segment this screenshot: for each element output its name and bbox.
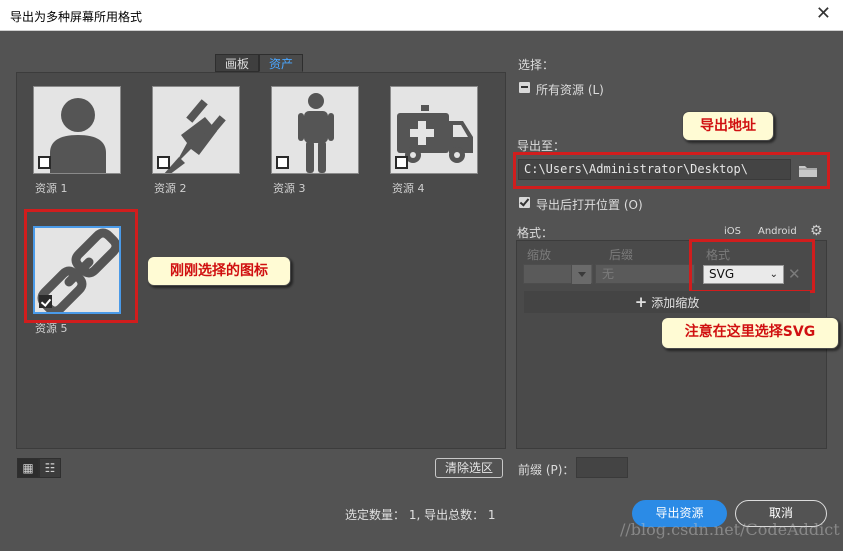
asset-thumbnail[interactable] bbox=[152, 86, 240, 174]
column-scale: 缩放 bbox=[527, 248, 552, 262]
callout-export-path: 导出地址 bbox=[682, 111, 774, 141]
select-label: 选择： bbox=[518, 58, 555, 72]
open-after-export-checkbox[interactable] bbox=[519, 197, 530, 208]
add-scale-label: 添加缩放 bbox=[651, 296, 700, 310]
selection-status: 选定数量： 1, 导出总数： 1 bbox=[345, 508, 496, 522]
asset-checkbox[interactable] bbox=[157, 156, 170, 169]
chevron-down-icon[interactable] bbox=[571, 265, 591, 284]
plus-icon: + bbox=[634, 293, 648, 311]
grid-view-icon[interactable]: ▦ bbox=[17, 458, 39, 478]
tab-assets[interactable]: 资产 bbox=[259, 54, 304, 72]
asset-checkbox[interactable] bbox=[395, 156, 408, 169]
title-bar: 导出为多种屏幕所用格式 ✕ bbox=[0, 0, 843, 31]
list-view-icon[interactable]: ☷ bbox=[39, 458, 61, 478]
asset-item-2[interactable]: 资源 2 bbox=[152, 86, 242, 195]
asset-checkbox[interactable] bbox=[276, 156, 289, 169]
format-select[interactable]: SVG ⌄ bbox=[703, 265, 784, 284]
column-suffix: 后缀 bbox=[609, 248, 634, 262]
format-label: 格式： bbox=[517, 226, 554, 240]
add-scale-button[interactable]: + 添加缩放 bbox=[524, 291, 810, 313]
tab-artboards[interactable]: 画板 bbox=[215, 54, 260, 72]
export-path-input[interactable]: C:\Users\Administrator\Desktop\ bbox=[518, 159, 791, 180]
watermark: //blog.csdn.net/CodeAddict bbox=[620, 520, 840, 539]
all-assets-label: 所有资源 (L) bbox=[536, 83, 604, 97]
asset-item-4[interactable]: 资源 4 bbox=[390, 86, 480, 195]
open-after-export-label: 导出后打开位置 (O) bbox=[536, 198, 643, 212]
android-preset-button[interactable]: Android bbox=[758, 226, 797, 237]
highlight-box-selected-asset bbox=[24, 209, 138, 323]
remove-scale-icon[interactable]: ✕ bbox=[788, 265, 801, 283]
suffix-input[interactable]: 无 bbox=[595, 264, 695, 284]
asset-label: 资源 3 bbox=[273, 182, 306, 195]
all-assets-checkbox[interactable] bbox=[519, 82, 530, 93]
asset-item-1[interactable]: 资源 1 bbox=[33, 86, 123, 195]
gear-icon[interactable]: ⚙ bbox=[810, 223, 823, 239]
asset-label: 资源 4 bbox=[392, 182, 425, 195]
asset-label: 资源 1 bbox=[35, 182, 68, 195]
asset-checkbox[interactable] bbox=[38, 156, 51, 169]
clear-selection-button[interactable]: 清除选区 bbox=[435, 458, 503, 478]
asset-label: 资源 2 bbox=[154, 182, 187, 195]
asset-thumbnail[interactable] bbox=[271, 86, 359, 174]
ios-preset-button[interactable]: iOS bbox=[724, 226, 741, 237]
asset-thumbnail[interactable] bbox=[390, 86, 478, 174]
chevron-down-icon: ⌄ bbox=[769, 269, 778, 280]
asset-item-3[interactable]: 资源 3 bbox=[271, 86, 361, 195]
callout-selected-icon: 刚刚选择的图标 bbox=[147, 256, 291, 286]
folder-icon[interactable] bbox=[797, 162, 819, 179]
window-title: 导出为多种屏幕所用格式 bbox=[10, 10, 143, 24]
view-mode-toggle: ▦ ☷ bbox=[17, 458, 61, 478]
close-icon[interactable]: ✕ bbox=[816, 4, 831, 24]
prefix-input[interactable] bbox=[576, 457, 628, 478]
format-select-value: SVG bbox=[709, 267, 735, 281]
callout-choose-svg: 注意在这里选择SVG bbox=[661, 317, 839, 349]
asset-thumbnail[interactable] bbox=[33, 86, 121, 174]
view-tabs: 画板 资产 bbox=[215, 54, 304, 72]
prefix-label: 前缀 (P)： bbox=[518, 463, 575, 477]
